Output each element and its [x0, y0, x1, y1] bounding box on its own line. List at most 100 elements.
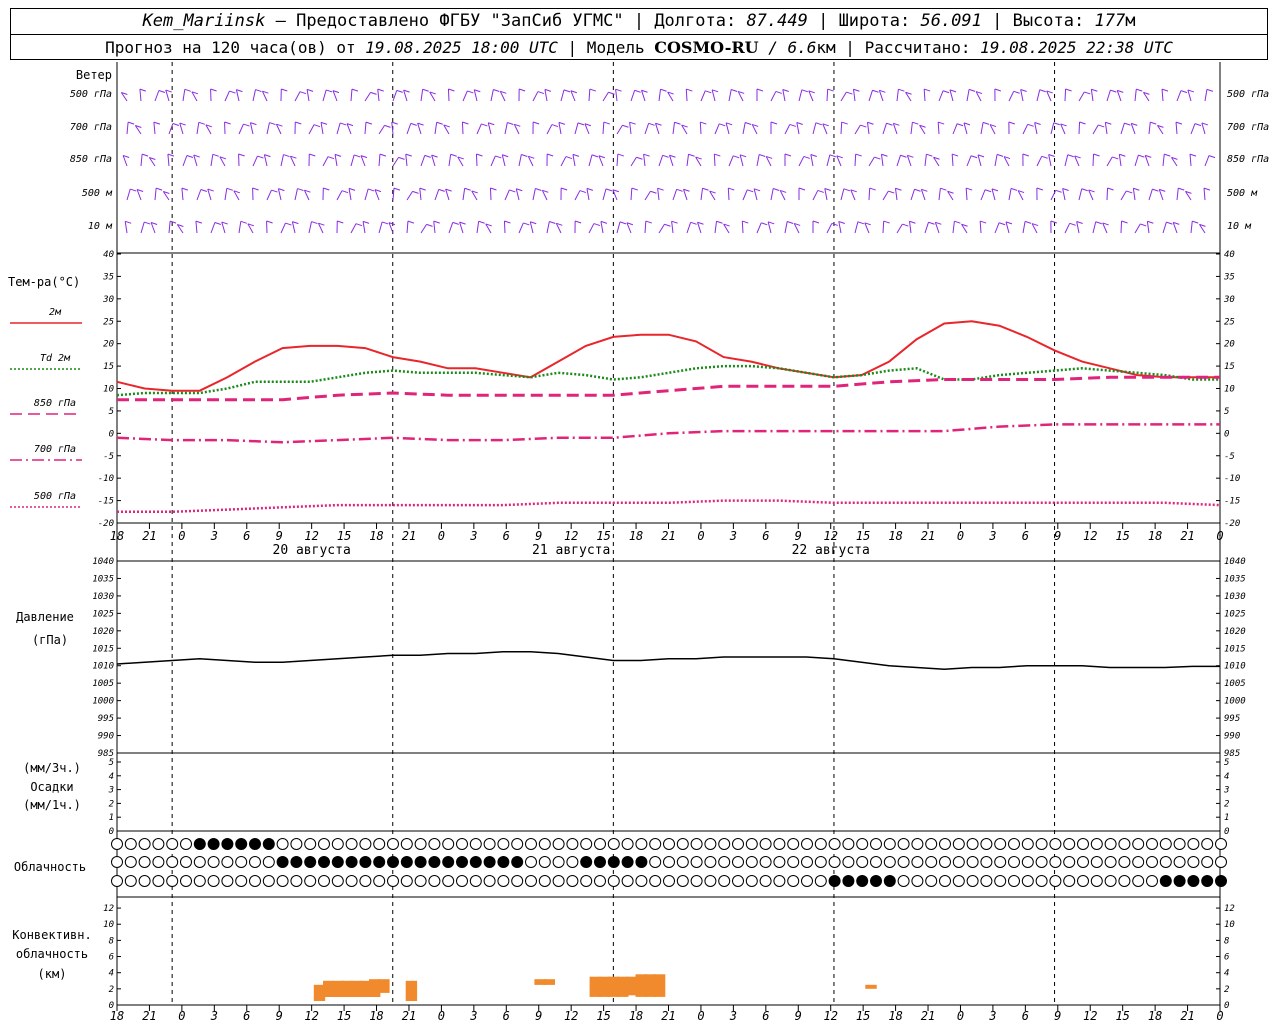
wind-barb — [685, 89, 688, 102]
cloud-cover-symbol — [856, 875, 869, 887]
wind-barb — [1090, 89, 1094, 102]
cloud-cover-symbol — [469, 856, 482, 868]
time-tick-label-bottom: 21 — [1180, 1009, 1194, 1023]
cloud-cover-symbol — [221, 838, 234, 850]
wind-barb-flag — [998, 222, 1006, 226]
conv-cloud-bar — [378, 979, 390, 993]
wind-barb — [602, 188, 607, 201]
wind-barb — [840, 188, 845, 201]
wind-barb-flag — [984, 189, 992, 193]
wind-barb-flag — [348, 187, 356, 191]
conv-ytick-label-right: 2 — [1224, 985, 1229, 995]
wind-barb-flag — [396, 89, 403, 93]
wind-barb — [868, 188, 871, 201]
wind-barb-flag — [900, 154, 907, 158]
wind-barb — [378, 125, 385, 135]
cloud-cover-symbol — [111, 838, 123, 850]
wind-barb — [770, 188, 774, 201]
wind-barb-flag — [700, 121, 707, 125]
wind-barb — [420, 224, 427, 234]
wind-barb-flag — [996, 153, 1004, 157]
cloud-cover-symbol — [994, 856, 1007, 868]
wind-barb-flag — [1119, 153, 1126, 157]
wind-barb — [238, 123, 244, 135]
temp-ytick-label: -5 — [103, 452, 114, 462]
cloud-cover-symbol — [1077, 856, 1089, 868]
cloud-cover-symbol — [414, 856, 427, 868]
wind-barb — [671, 221, 674, 234]
wind-barb — [518, 222, 524, 234]
wind-barb — [615, 89, 618, 102]
wind-barb — [643, 154, 646, 167]
cloud-cover-symbol — [745, 856, 758, 868]
wind-barb-flag — [424, 154, 431, 158]
pressure-ytick-label: 1005 — [92, 679, 114, 689]
cloud-cover-symbol — [814, 875, 827, 887]
wind-barb — [154, 188, 157, 201]
cloud-cover-symbol — [207, 856, 220, 868]
wind-barb — [1189, 154, 1192, 167]
wind-barb-flag — [398, 156, 405, 160]
wind-barb — [1064, 89, 1067, 102]
wind-barb — [476, 123, 482, 135]
cloud-cover-symbol — [690, 856, 703, 868]
wind-barb — [445, 188, 450, 201]
wind-barb — [475, 154, 478, 167]
cloud-cover-symbol — [966, 838, 979, 850]
pressure-ytick-label-right: 1010 — [1224, 662, 1246, 672]
pressure-ytick-label: 990 — [98, 732, 114, 742]
wind-barb-flag — [313, 124, 321, 128]
wind-barb — [798, 156, 805, 167]
wind-barb — [924, 154, 927, 167]
cloud-cover-symbol — [442, 875, 455, 887]
temp-series-line — [117, 375, 1220, 402]
wind-barb — [1064, 223, 1071, 234]
cloud-cover-symbol — [594, 856, 606, 868]
wind-barb — [1036, 89, 1041, 102]
wind-barb — [796, 122, 800, 135]
wind-barb-flag — [391, 121, 398, 125]
wind-barb-flag — [812, 220, 820, 224]
cloud-cover-symbol — [1049, 856, 1062, 868]
time-tick-label: 18 — [110, 529, 124, 543]
cloud-cover-symbol — [1104, 875, 1117, 887]
wind-barb — [140, 221, 145, 234]
wind-barb — [572, 154, 576, 167]
wind-barb — [1062, 188, 1066, 201]
wind-barb-flag — [982, 121, 990, 125]
wind-barb-flag — [535, 188, 542, 191]
wind-barb — [1134, 89, 1137, 102]
cloud-cover-symbol — [359, 838, 372, 850]
wind-barb — [221, 221, 226, 234]
wind-barb-flag — [803, 155, 810, 159]
cloud-cover-symbol — [663, 856, 675, 868]
cloud-cover-symbol — [607, 875, 620, 887]
cloud-cover-symbol — [111, 856, 123, 868]
wind-barb — [406, 123, 412, 135]
temp-legend-label: 850 гПа — [34, 398, 76, 409]
wind-barb — [196, 189, 202, 201]
conv-ytick-label-right: 8 — [1224, 936, 1229, 946]
wind-barb-flag — [787, 220, 794, 224]
wind-barb — [826, 223, 833, 234]
wind-barb-flag — [898, 88, 905, 92]
cloud-cover-symbol — [704, 875, 717, 887]
wind-barb — [224, 90, 230, 102]
cloud-cover-symbol — [842, 838, 855, 850]
wind-barb-flag — [141, 153, 149, 157]
cloud-cover-symbol — [373, 875, 386, 887]
wind-barb-flag — [924, 88, 931, 92]
cloud-cover-symbol — [193, 838, 206, 850]
wind-barb — [433, 221, 436, 234]
time-tick-label-bottom: 15 — [596, 1009, 610, 1023]
wind-barb-flag — [560, 187, 568, 191]
time-tick-label: 21 — [402, 529, 416, 543]
wind-barb — [277, 188, 282, 201]
temp-ytick-label: -10 — [98, 474, 114, 484]
wind-barb — [336, 190, 343, 201]
wind-barb — [196, 122, 200, 135]
cloud-cover-symbol — [897, 875, 910, 887]
wind-barb-flag — [938, 121, 945, 125]
cloud-cover-symbol — [994, 875, 1007, 887]
wind-barb-flag — [544, 88, 552, 92]
